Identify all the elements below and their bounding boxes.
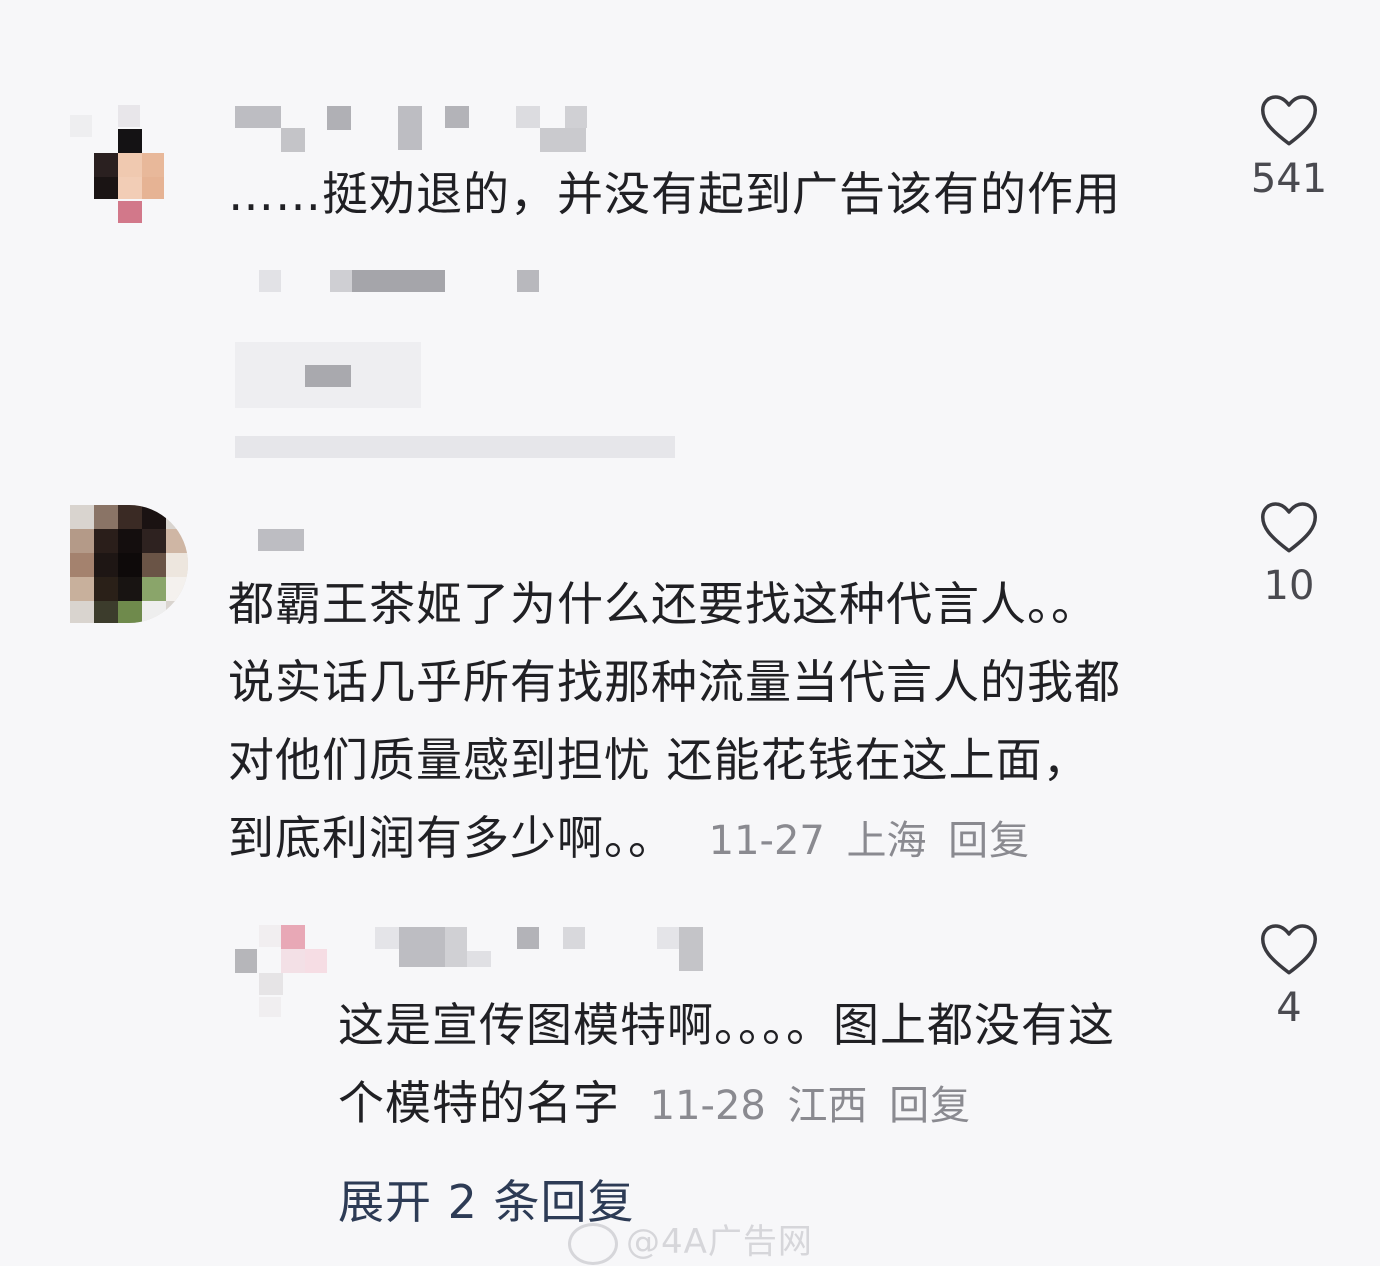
heart-icon	[1261, 924, 1317, 975]
like-button[interactable]: 10	[1244, 499, 1334, 609]
like-button[interactable]: 4	[1244, 921, 1334, 1031]
comment-last-line: 个模特的名字 11-28 江西 回复	[338, 1064, 971, 1145]
username-redacted[interactable]	[355, 925, 715, 975]
comment-location: 江西	[787, 1083, 868, 1129]
username-redacted[interactable]	[258, 525, 318, 555]
heart-icon	[1261, 95, 1317, 146]
comment-last-line: 到底利润有多少啊。。 11-27 上海 回复	[228, 799, 1030, 880]
redacted-meta	[235, 260, 675, 460]
like-count: 4	[1276, 985, 1302, 1031]
heart-icon	[1261, 502, 1317, 553]
like-count: 10	[1263, 563, 1315, 609]
like-button[interactable]: 541	[1244, 92, 1334, 202]
reply-button[interactable]: 回复	[948, 818, 1030, 864]
comment-text-line: 都霸王茶姬了为什么还要找这种代言人。。	[228, 577, 1098, 631]
reply-button[interactable]: 回复	[889, 1083, 971, 1129]
comment-date: 11-27	[708, 818, 825, 864]
avatar[interactable]	[70, 505, 188, 623]
comment-text-line: 说实话几乎所有找那种流量当代言人的我都	[228, 655, 1121, 709]
comment-text-line: 对他们质量感到担忧 还能花钱在这上面，	[228, 733, 1090, 787]
comment-text-line: 这是宣传图模特啊。。。。图上都没有这	[338, 998, 1115, 1052]
watermark-text: @4A广告网	[626, 1222, 813, 1262]
watermark: @4A广告网	[568, 1214, 813, 1265]
avatar[interactable]	[235, 925, 329, 1019]
avatar[interactable]	[70, 105, 190, 225]
comment-text-line: 到底利润有多少啊。。	[228, 811, 675, 865]
comment-text-line: 个模特的名字	[338, 1076, 620, 1130]
username-redacted[interactable]	[235, 100, 595, 160]
comment-date: 11-28	[649, 1083, 766, 1129]
comment-location: 上海	[846, 818, 927, 864]
weibo-icon	[568, 1222, 618, 1265]
comment-text: ……挺劝退的，并没有起到广告该有的作用	[228, 167, 1121, 221]
like-count: 541	[1250, 156, 1328, 202]
